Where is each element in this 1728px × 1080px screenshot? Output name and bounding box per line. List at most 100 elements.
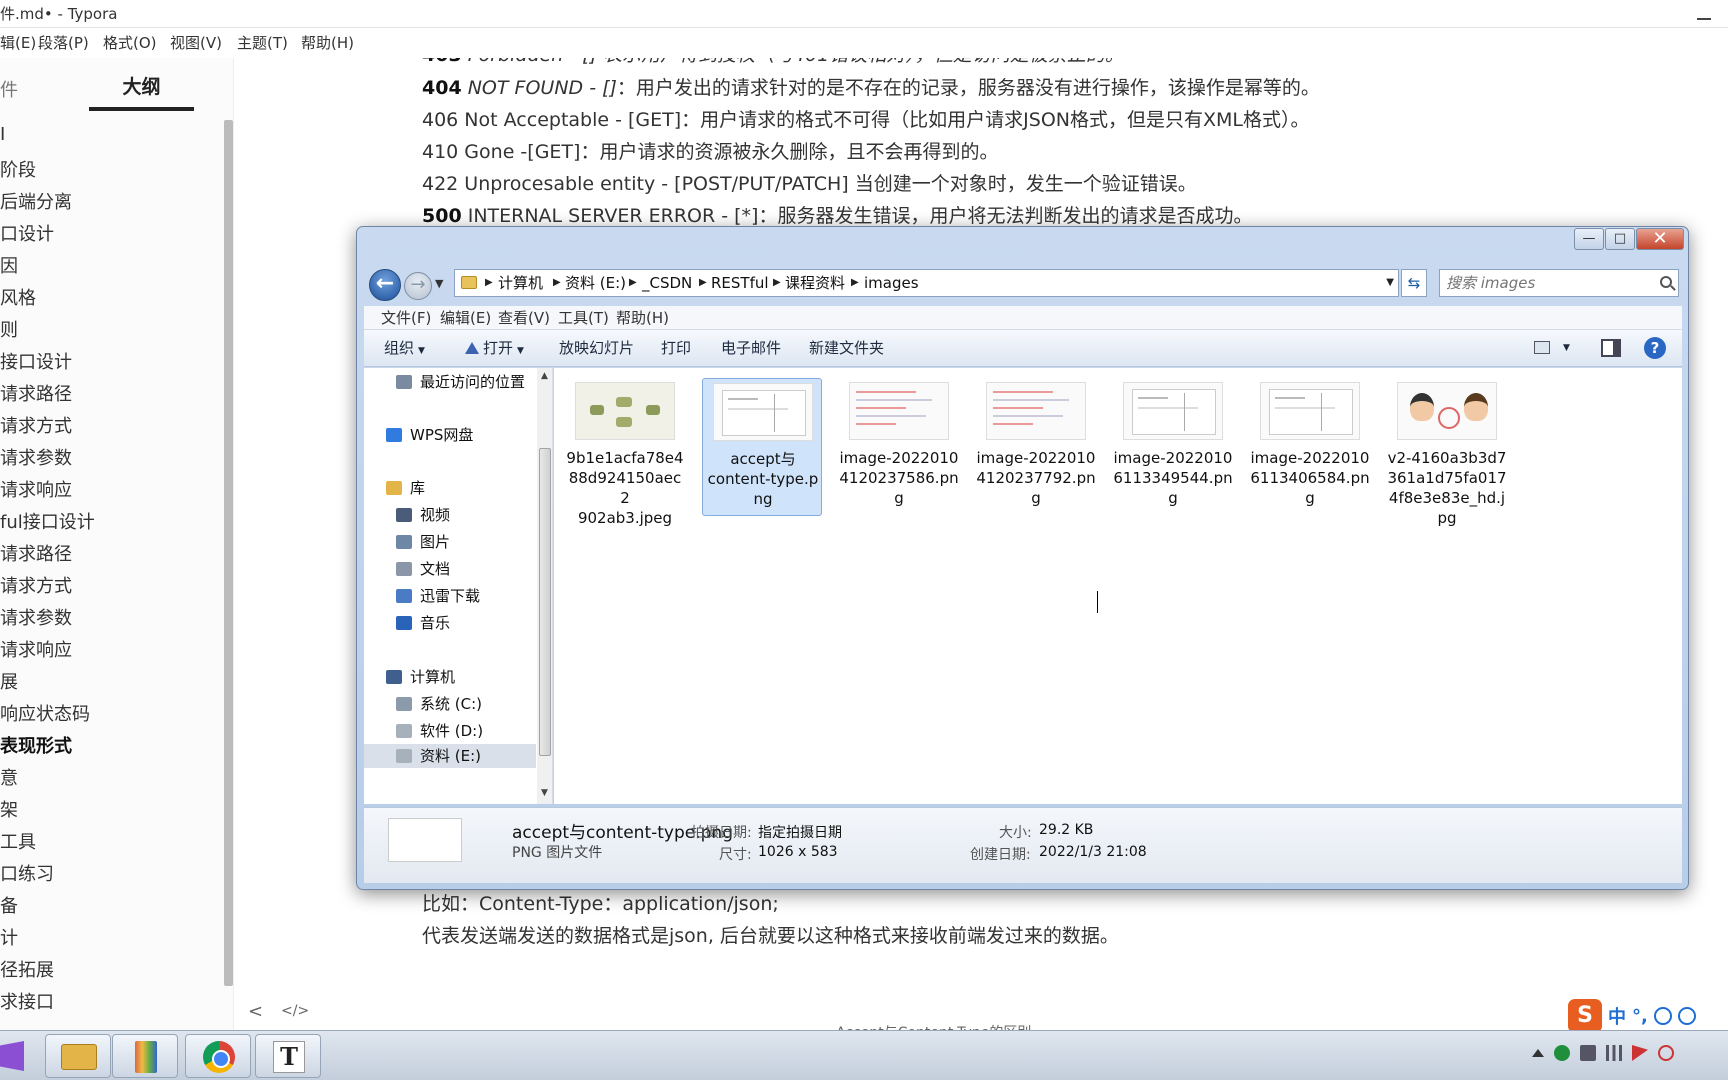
outline-item[interactable]: 口设计 [0,220,54,246]
outline-item[interactable]: 请求路径 [0,540,72,566]
nav-item[interactable]: 迅雷下载 [396,585,480,606]
nav-item[interactable]: 资料 (E:) [364,744,536,768]
refresh-button[interactable]: ⇆ [1401,269,1427,297]
outline-item[interactable]: 工具 [0,828,36,854]
preview-pane-icon[interactable] [1601,339,1621,357]
outline-item[interactable]: 口练习 [0,860,54,886]
organize-button[interactable]: 组织 ▼ [384,330,425,369]
source-mode-icon[interactable]: </> [281,1003,309,1019]
outline-item[interactable]: 则 [0,316,18,342]
chevron-right-icon[interactable]: ▶ [773,270,781,296]
taskbar-chrome[interactable] [185,1034,251,1078]
breadcrumb-drive-e[interactable]: 资料 (E:) [565,270,626,296]
recent-pages-dropdown-icon[interactable]: ▼ [435,277,443,290]
outline-item[interactable]: 求接口 [0,988,54,1014]
breadcrumb-csdn[interactable]: _CSDN [642,270,692,296]
file-item[interactable]: image-2022010 4120237586.pn g [839,378,959,516]
ime-mode[interactable]: 中 [1608,1003,1626,1029]
outline-item[interactable]: I [0,124,5,145]
nav-item[interactable]: 视频 [396,504,450,525]
outline-item[interactable]: 表现形式 [0,732,72,758]
chevron-right-icon[interactable]: ▶ [851,270,859,296]
nav-item[interactable]: 软件 (D:) [396,720,483,741]
outline-item[interactable]: 请求方式 [0,412,72,438]
email-button[interactable]: 电子邮件 [721,330,781,366]
print-button[interactable]: 打印 [661,330,691,366]
search-input[interactable] [1446,273,1646,293]
microphone-icon[interactable] [1677,1007,1696,1025]
outline-item[interactable]: 响应状态码 [0,700,90,726]
network-icon[interactable] [1606,1045,1622,1061]
open-button[interactable]: 打开 ▼ [465,330,524,369]
chevron-down-icon[interactable]: ▼ [1386,270,1394,296]
tab-files[interactable]: 件 [0,76,18,102]
file-item[interactable]: accept与 content-type.p ng [702,378,822,516]
nav-item[interactable]: 网络 [386,801,440,804]
breadcrumb-computer[interactable]: 计算机 [498,270,543,296]
help-icon[interactable]: ? [1644,337,1666,359]
file-item[interactable]: image-2022010 4120237792.pn g [976,378,1096,516]
search-icon[interactable] [1660,276,1672,288]
device-icon[interactable] [1580,1045,1596,1061]
nav-scrollbar[interactable]: ▲ ▼ [537,368,552,804]
file-item[interactable]: v2-4160a3b3d7 361a1d75fa017 4f8e3e83e_hd.j… [1387,378,1507,527]
slideshow-button[interactable]: 放映幻灯片 [559,330,634,366]
menu-tools[interactable]: 工具(T) [558,306,609,330]
outline-item[interactable]: 径拓展 [0,956,54,982]
taskbar-explorer[interactable] [45,1034,111,1078]
ime-punctuation[interactable]: °, [1632,1006,1648,1027]
outline-item[interactable]: 展 [0,668,18,694]
sidebar-scrollbar[interactable] [224,120,233,986]
emoji-icon[interactable] [1653,1007,1672,1025]
outline-item[interactable]: 备 [0,892,18,918]
outline-item[interactable]: ful接口设计 [0,508,95,534]
taskbar-typora[interactable]: T [255,1034,321,1078]
menu-view[interactable]: 查看(V) [498,306,550,330]
file-item[interactable]: 9b1e1acfa78e4 88d924150aec2 902ab3.jpeg [565,378,685,527]
menu-paragraph[interactable]: 段落(P) [38,29,89,57]
security-icon[interactable] [1554,1045,1570,1061]
outline-item[interactable]: 接口设计 [0,348,72,374]
outline-item[interactable]: 阶段 [0,156,36,182]
volume-muted-icon[interactable] [1658,1045,1674,1061]
outline-item[interactable]: 因 [0,252,18,278]
scroll-down-icon[interactable]: ▼ [541,788,548,798]
scroll-thumb[interactable] [539,448,551,756]
nav-item[interactable]: 最近访问的位置 [396,371,525,392]
menu-help[interactable]: 帮助(H) [301,29,354,57]
outline-item[interactable]: 请求响应 [0,636,72,662]
outline-item[interactable]: 请求参数 [0,604,72,630]
nav-item[interactable]: 库 [386,477,425,498]
tab-outline[interactable]: 大纲 [89,72,194,99]
menu-format[interactable]: 格式(O) [103,29,157,57]
file-item[interactable]: image-2022010 6113349544.pn g [1113,378,1233,516]
sogou-logo-icon[interactable]: S [1568,999,1602,1033]
chevron-down-icon[interactable]: ▼ [1563,330,1570,366]
outline-item[interactable]: 后端分离 [0,188,72,214]
breadcrumb-restful[interactable]: RESTful [711,270,769,296]
menu-file[interactable]: 文件(F) [381,306,431,330]
menu-edit[interactable]: 编辑(E) [440,306,491,330]
taskbar-paint[interactable] [112,1034,178,1078]
new-folder-button[interactable]: 新建文件夹 [809,330,884,366]
ime-toolbar[interactable]: S 中 °, [1568,998,1728,1034]
outline-item[interactable]: 请求方式 [0,572,72,598]
maximize-button[interactable]: □ [1605,228,1635,250]
breadcrumb-course-materials[interactable]: 课程资料 [785,270,845,296]
back-arrow-icon[interactable]: < [248,1001,263,1022]
minimize-button[interactable] [1688,4,1720,24]
menu-edit[interactable]: 辑(E) [0,29,36,57]
outline-item[interactable]: 请求参数 [0,444,72,470]
nav-item[interactable]: 音乐 [396,612,450,633]
nav-item[interactable]: 图片 [396,531,450,552]
chevron-right-icon[interactable]: ▶ [553,270,561,296]
change-view-icon[interactable] [1534,341,1550,354]
outline-item[interactable]: 请求响应 [0,476,72,502]
nav-item[interactable]: 文档 [396,558,450,579]
outline-item[interactable]: 架 [0,796,18,822]
date-taken-value[interactable]: 指定拍摄日期 [758,822,842,842]
back-button[interactable]: ← [369,269,401,301]
scroll-up-icon[interactable]: ▲ [541,371,548,381]
close-button[interactable]: ✕ [1636,228,1684,250]
outline-item[interactable]: 请求路径 [0,380,72,406]
